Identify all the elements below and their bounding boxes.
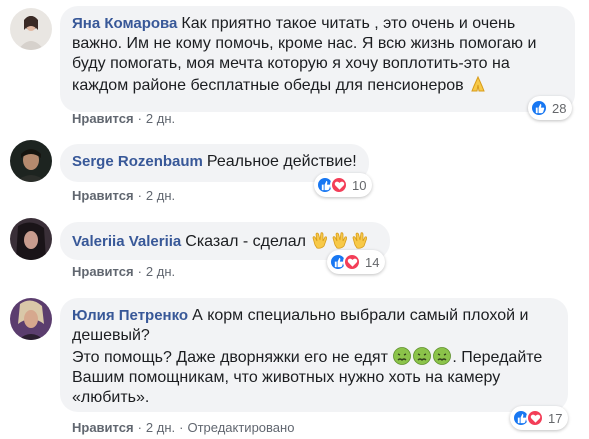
pray-emoji bbox=[468, 74, 488, 94]
avatar[interactable] bbox=[10, 218, 52, 260]
comment-actions: Нравится · 2 дн. · Отредактировано bbox=[72, 420, 295, 435]
avatar[interactable] bbox=[10, 8, 52, 50]
nauseated-emoji bbox=[393, 347, 412, 365]
reaction-count: 28 bbox=[552, 100, 567, 116]
reaction-summary[interactable]: 28 bbox=[528, 96, 573, 120]
comment-author[interactable]: Serge Rozenbaum bbox=[72, 153, 203, 170]
clap-emoji bbox=[313, 232, 328, 249]
comment-author[interactable]: Яна Комарова bbox=[72, 15, 177, 32]
clap-emoji bbox=[333, 232, 348, 249]
comment-4: Юлия Петренко А корм специально выбрали с… bbox=[0, 296, 589, 439]
timestamp[interactable]: 2 дн. bbox=[146, 264, 175, 279]
comment-author[interactable]: Valeriia Valeriia bbox=[72, 233, 181, 250]
comment-3: Valeriia Valeriia Сказал - сделал 14 Нрав… bbox=[0, 218, 589, 288]
nauseated-emoji bbox=[413, 347, 432, 365]
clap-emoji-group bbox=[310, 232, 370, 250]
comment-actions: Нравится · 2 дн. bbox=[72, 264, 176, 279]
comment-1: Яна Комарова Как приятно такое читать , э… bbox=[0, 0, 589, 130]
reaction-summary[interactable]: 17 bbox=[510, 406, 569, 430]
love-icon bbox=[526, 409, 544, 427]
timestamp[interactable]: 2 дн. bbox=[146, 420, 175, 435]
comment-text: Сказал - сделал bbox=[185, 233, 306, 250]
like-button[interactable]: Нравится bbox=[72, 420, 134, 435]
timestamp[interactable]: 2 дн. bbox=[146, 111, 175, 126]
avatar[interactable] bbox=[10, 298, 52, 340]
like-button[interactable]: Нравится bbox=[72, 188, 134, 203]
avatar[interactable] bbox=[10, 140, 52, 182]
timestamp[interactable]: 2 дн. bbox=[146, 188, 175, 203]
reaction-count: 17 bbox=[548, 410, 563, 426]
clap-emoji bbox=[353, 232, 368, 249]
comment-author[interactable]: Юлия Петренко bbox=[72, 307, 188, 324]
nauseated-emoji-group bbox=[392, 347, 452, 366]
love-icon bbox=[330, 176, 348, 194]
comment-2: Serge Rozenbaum Реальное действие! 10 Нра… bbox=[0, 140, 589, 210]
reaction-summary[interactable]: 10 bbox=[314, 173, 373, 197]
like-button[interactable]: Нравится bbox=[72, 111, 134, 126]
nauseated-emoji bbox=[433, 347, 452, 365]
edited-label[interactable]: Отредактировано bbox=[187, 420, 294, 435]
comment-text: Реальное действие! bbox=[206, 153, 357, 170]
reaction-count: 10 bbox=[352, 177, 367, 193]
comment-actions: Нравится · 2 дн. bbox=[72, 188, 176, 203]
reaction-summary[interactable]: 14 bbox=[327, 250, 386, 274]
like-button[interactable]: Нравится bbox=[72, 264, 134, 279]
reaction-count: 14 bbox=[365, 254, 380, 270]
comment-bubble: Яна Комарова Как приятно такое читать , э… bbox=[60, 6, 575, 112]
comment-actions: Нравится · 2 дн. bbox=[72, 111, 176, 126]
like-icon bbox=[530, 99, 548, 117]
comment-bubble: Юлия Петренко А корм специально выбрали с… bbox=[60, 298, 568, 412]
comment-text: Это помощь? Даже дворняжки его не едят bbox=[72, 349, 388, 366]
love-icon bbox=[343, 253, 361, 271]
